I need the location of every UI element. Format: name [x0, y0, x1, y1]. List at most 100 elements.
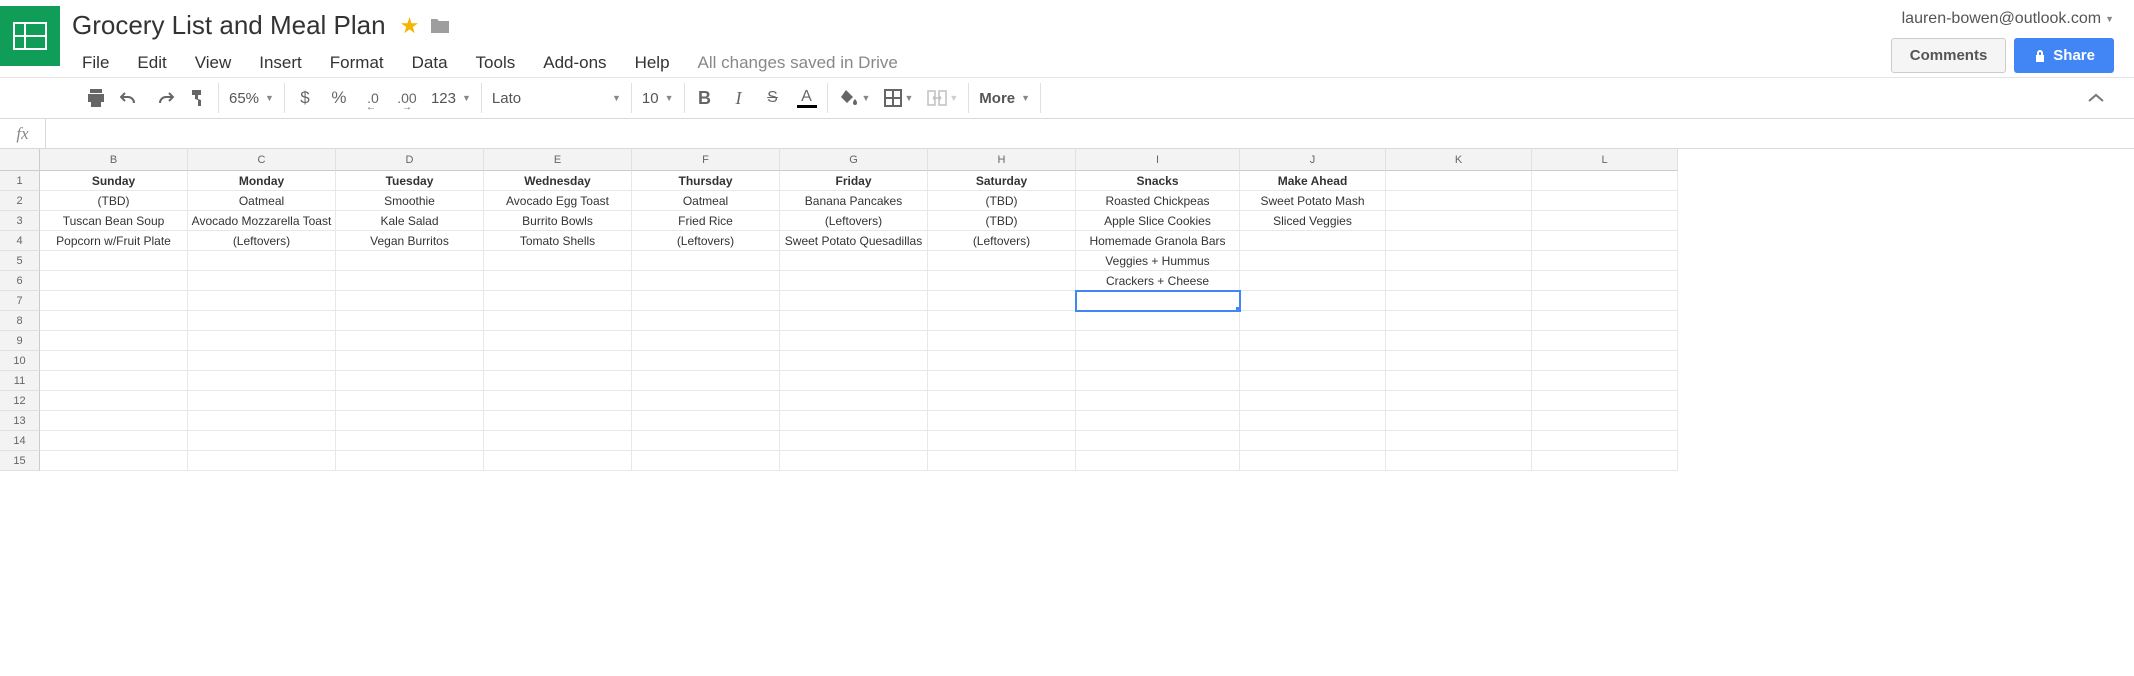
row-header[interactable]: 14	[0, 431, 40, 451]
cell[interactable]	[1076, 431, 1240, 451]
cell[interactable]	[928, 391, 1076, 411]
text-color-button[interactable]: A	[797, 88, 817, 108]
cell[interactable]	[928, 251, 1076, 271]
cell[interactable]: Vegan Burritos	[336, 231, 484, 251]
cell[interactable]	[40, 291, 188, 311]
cell[interactable]: Oatmeal	[632, 191, 780, 211]
cell[interactable]	[40, 311, 188, 331]
cell[interactable]	[1532, 291, 1678, 311]
cell[interactable]: Homemade Granola Bars	[1076, 231, 1240, 251]
cell[interactable]: Tomato Shells	[484, 231, 632, 251]
column-header[interactable]: L	[1532, 149, 1678, 171]
cell[interactable]	[484, 351, 632, 371]
cell[interactable]: Burrito Bowls	[484, 211, 632, 231]
cell[interactable]	[780, 371, 928, 391]
cell[interactable]	[928, 291, 1076, 311]
cell[interactable]	[780, 451, 928, 471]
cell[interactable]	[632, 311, 780, 331]
row-header[interactable]: 2	[0, 191, 40, 211]
font-select[interactable]: Lato ▼	[492, 90, 621, 107]
row-header[interactable]: 12	[0, 391, 40, 411]
cell[interactable]: (TBD)	[928, 211, 1076, 231]
cell[interactable]	[1532, 311, 1678, 331]
cell[interactable]	[188, 271, 336, 291]
menu-addons[interactable]: Add-ons	[529, 49, 620, 77]
column-header[interactable]: J	[1240, 149, 1386, 171]
cell[interactable]	[1386, 251, 1532, 271]
cell[interactable]	[632, 271, 780, 291]
cell[interactable]	[632, 431, 780, 451]
decrease-decimal-button[interactable]: .0←	[363, 86, 383, 110]
cell[interactable]	[40, 271, 188, 291]
cell[interactable]	[928, 431, 1076, 451]
cell[interactable]	[484, 411, 632, 431]
cell[interactable]	[1386, 391, 1532, 411]
cell[interactable]	[1240, 411, 1386, 431]
cell[interactable]	[484, 251, 632, 271]
cell[interactable]	[1386, 331, 1532, 351]
cell[interactable]	[40, 431, 188, 451]
cell[interactable]	[780, 351, 928, 371]
cell[interactable]	[928, 331, 1076, 351]
cell[interactable]	[1240, 451, 1386, 471]
cell[interactable]	[336, 311, 484, 331]
row-header[interactable]: 4	[0, 231, 40, 251]
cell[interactable]	[1240, 351, 1386, 371]
italic-button[interactable]: I	[729, 86, 749, 110]
star-icon[interactable]: ★	[400, 13, 420, 39]
cell[interactable]	[928, 351, 1076, 371]
cell[interactable]	[632, 291, 780, 311]
cell[interactable]	[632, 391, 780, 411]
cell[interactable]: Avocado Mozzarella Toast	[188, 211, 336, 231]
row-header[interactable]: 5	[0, 251, 40, 271]
cell[interactable]: (Leftovers)	[928, 231, 1076, 251]
column-header[interactable]: C	[188, 149, 336, 171]
cell[interactable]	[1240, 331, 1386, 351]
redo-icon[interactable]	[154, 86, 174, 110]
fontsize-select[interactable]: 10 ▼	[642, 90, 674, 107]
cell[interactable]	[1532, 191, 1678, 211]
row-header[interactable]: 6	[0, 271, 40, 291]
cell[interactable]	[1076, 451, 1240, 471]
cell[interactable]: Kale Salad	[336, 211, 484, 231]
cell[interactable]	[632, 411, 780, 431]
row-header[interactable]: 11	[0, 371, 40, 391]
cell[interactable]	[1240, 391, 1386, 411]
cell[interactable]	[188, 431, 336, 451]
formula-input[interactable]	[46, 119, 2134, 148]
cell[interactable]	[40, 351, 188, 371]
cell[interactable]: Roasted Chickpeas	[1076, 191, 1240, 211]
cell[interactable]	[484, 311, 632, 331]
zoom-select[interactable]: 65% ▼	[229, 90, 274, 107]
cell[interactable]: (Leftovers)	[188, 231, 336, 251]
cell[interactable]	[1386, 211, 1532, 231]
cell[interactable]	[1386, 271, 1532, 291]
cell[interactable]	[1386, 171, 1532, 191]
column-header[interactable]: B	[40, 149, 188, 171]
cell[interactable]	[1076, 411, 1240, 431]
cell[interactable]	[928, 271, 1076, 291]
cell[interactable]	[1386, 371, 1532, 391]
cell[interactable]	[1386, 351, 1532, 371]
cell[interactable]	[1532, 371, 1678, 391]
cell[interactable]	[188, 411, 336, 431]
cell[interactable]	[632, 331, 780, 351]
more-toolbar-button[interactable]: More ▼	[979, 90, 1030, 107]
cell[interactable]: Tuesday	[336, 171, 484, 191]
cell[interactable]: Banana Pancakes	[780, 191, 928, 211]
column-header[interactable]: G	[780, 149, 928, 171]
cell[interactable]	[632, 351, 780, 371]
cell[interactable]	[1076, 391, 1240, 411]
cell[interactable]: (Leftovers)	[632, 231, 780, 251]
cell[interactable]	[484, 391, 632, 411]
cell[interactable]: Popcorn w/Fruit Plate	[40, 231, 188, 251]
cell[interactable]	[1532, 411, 1678, 431]
cell[interactable]: Snacks	[1076, 171, 1240, 191]
cell[interactable]	[1386, 231, 1532, 251]
cell[interactable]	[1532, 271, 1678, 291]
cell[interactable]	[1386, 291, 1532, 311]
cell[interactable]	[336, 291, 484, 311]
cell[interactable]: Friday	[780, 171, 928, 191]
cell[interactable]: Sweet Potato Quesadillas	[780, 231, 928, 251]
row-header[interactable]: 3	[0, 211, 40, 231]
